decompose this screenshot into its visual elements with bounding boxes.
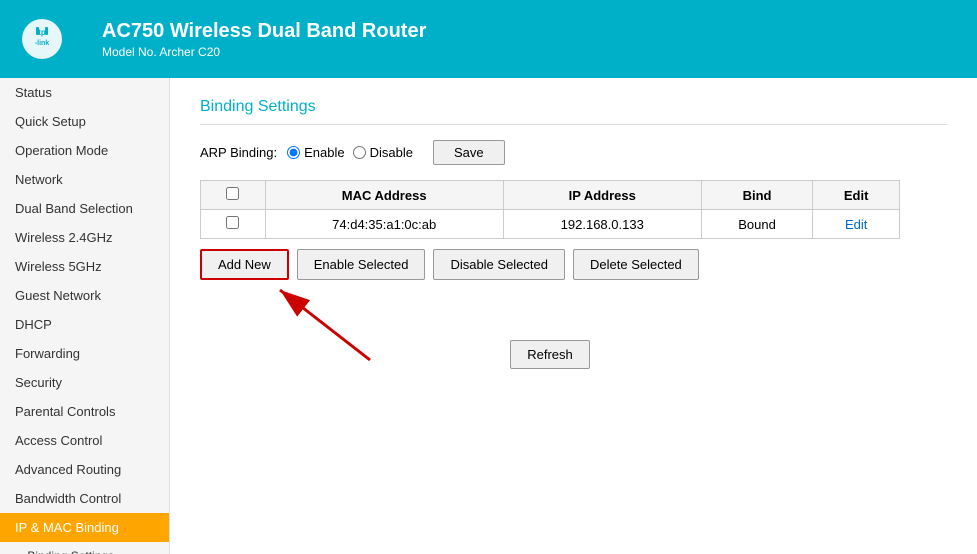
mac-address-cell: 74:d4:35:a1:0c:ab bbox=[265, 210, 503, 239]
enable-radio-option[interactable]: Enable bbox=[287, 145, 344, 160]
sidebar-item-bandwidth-control[interactable]: Bandwidth Control bbox=[0, 484, 169, 513]
arp-binding-label: ARP Binding: bbox=[200, 145, 277, 160]
col-ip: IP Address bbox=[503, 181, 701, 210]
add-new-button[interactable]: Add New bbox=[200, 249, 289, 280]
col-bind: Bind bbox=[701, 181, 812, 210]
header: tp -link AC750 Wireless Dual Band Router… bbox=[0, 0, 977, 78]
main-container: Status Quick Setup Operation Mode Networ… bbox=[0, 78, 977, 554]
disable-selected-button[interactable]: Disable Selected bbox=[433, 249, 565, 280]
sidebar-item-wireless-5[interactable]: Wireless 5GHz bbox=[0, 252, 169, 281]
sidebar-item-forwarding[interactable]: Forwarding bbox=[0, 339, 169, 368]
header-subtitle: Model No. Archer C20 bbox=[102, 45, 426, 59]
disable-radio[interactable] bbox=[353, 146, 366, 159]
sidebar-item-dual-band[interactable]: Dual Band Selection bbox=[0, 194, 169, 223]
sidebar-item-security[interactable]: Security bbox=[0, 368, 169, 397]
sidebar: Status Quick Setup Operation Mode Networ… bbox=[0, 78, 170, 554]
row-checkbox[interactable] bbox=[226, 216, 239, 229]
sidebar-item-network[interactable]: Network bbox=[0, 165, 169, 194]
sidebar-item-status[interactable]: Status bbox=[0, 78, 169, 107]
delete-selected-button[interactable]: Delete Selected bbox=[573, 249, 699, 280]
disable-radio-option[interactable]: Disable bbox=[353, 145, 413, 160]
sidebar-item-parental-controls[interactable]: Parental Controls bbox=[0, 397, 169, 426]
enable-selected-button[interactable]: Enable Selected bbox=[297, 249, 426, 280]
disable-radio-label: Disable bbox=[370, 145, 413, 160]
enable-radio[interactable] bbox=[287, 146, 300, 159]
sidebar-item-binding-settings[interactable]: - Binding Settings bbox=[0, 542, 169, 554]
logo-area: tp -link bbox=[20, 17, 72, 61]
save-button[interactable]: Save bbox=[433, 140, 505, 165]
col-mac: MAC Address bbox=[265, 181, 503, 210]
sidebar-item-quick-setup[interactable]: Quick Setup bbox=[0, 107, 169, 136]
page-title: Binding Settings bbox=[200, 98, 947, 125]
col-checkbox bbox=[201, 181, 266, 210]
sidebar-item-guest-network[interactable]: Guest Network bbox=[0, 281, 169, 310]
tplink-logo-icon: tp -link bbox=[20, 17, 64, 61]
bind-status-cell: Bound bbox=[701, 210, 812, 239]
sidebar-item-wireless-24[interactable]: Wireless 2.4GHz bbox=[0, 223, 169, 252]
sidebar-item-ip-mac-binding[interactable]: IP & MAC Binding bbox=[0, 513, 169, 542]
content-area: Binding Settings ARP Binding: Enable Dis… bbox=[170, 78, 977, 554]
select-all-checkbox[interactable] bbox=[226, 187, 239, 200]
col-edit: Edit bbox=[813, 181, 900, 210]
arp-binding-row: ARP Binding: Enable Disable Save bbox=[200, 140, 947, 165]
edit-cell: Edit bbox=[813, 210, 900, 239]
enable-radio-label: Enable bbox=[304, 145, 344, 160]
svg-text:tp: tp bbox=[38, 28, 46, 37]
edit-link[interactable]: Edit bbox=[845, 217, 867, 232]
sidebar-item-dhcp[interactable]: DHCP bbox=[0, 310, 169, 339]
sidebar-item-advanced-routing[interactable]: Advanced Routing bbox=[0, 455, 169, 484]
buttons-row: Add New Enable Selected Disable Selected… bbox=[200, 249, 900, 280]
arrow-annotation bbox=[200, 300, 947, 390]
row-checkbox-cell bbox=[201, 210, 266, 239]
ip-address-cell: 192.168.0.133 bbox=[503, 210, 701, 239]
header-title-area: AC750 Wireless Dual Band Router Model No… bbox=[102, 20, 426, 59]
table-row: 74:d4:35:a1:0c:ab 192.168.0.133 Bound Ed… bbox=[201, 210, 900, 239]
svg-text:-link: -link bbox=[35, 40, 49, 47]
sidebar-item-access-control[interactable]: Access Control bbox=[0, 426, 169, 455]
header-title: AC750 Wireless Dual Band Router bbox=[102, 20, 426, 43]
table-header-row: MAC Address IP Address Bind Edit bbox=[201, 181, 900, 210]
binding-table: MAC Address IP Address Bind Edit 74:d4:3… bbox=[200, 180, 900, 239]
radio-group: Enable Disable bbox=[287, 145, 413, 160]
annotation-arrow-svg bbox=[230, 280, 430, 370]
sidebar-item-operation-mode[interactable]: Operation Mode bbox=[0, 136, 169, 165]
